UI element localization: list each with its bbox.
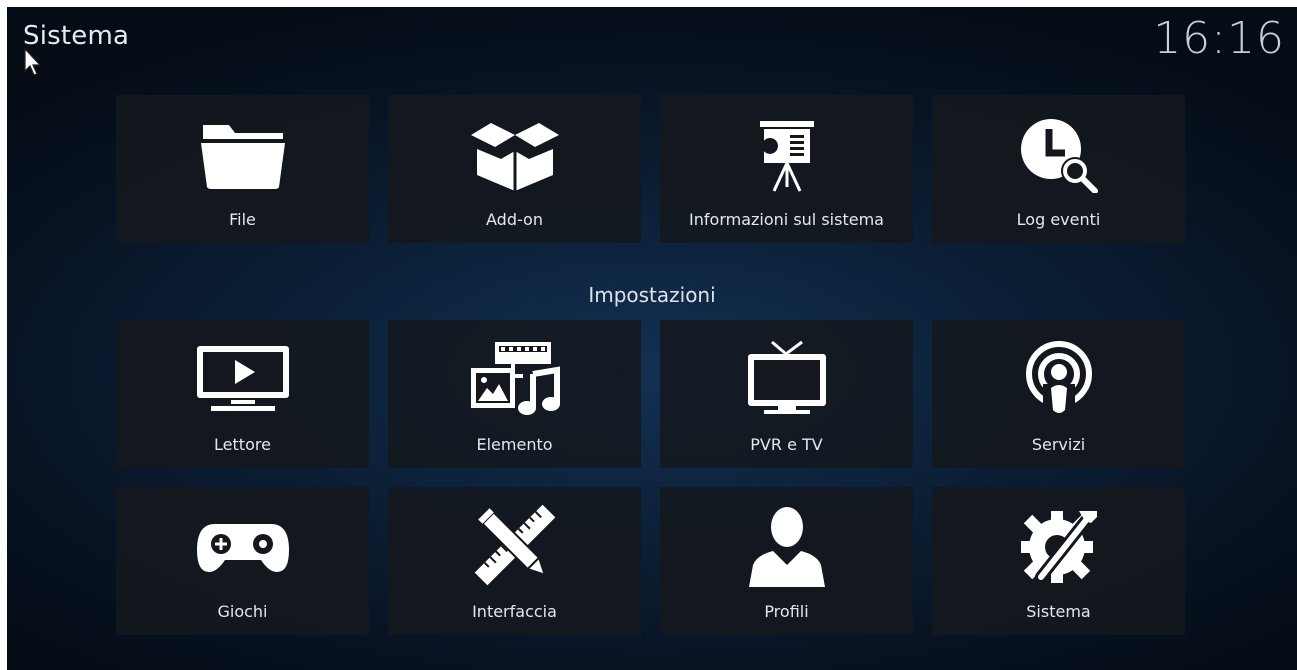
- tile-label: Giochi: [217, 602, 268, 621]
- tile-system-info[interactable]: Informazioni sul sistema: [660, 95, 913, 243]
- tile-label: PVR e TV: [750, 435, 823, 454]
- presentation-board-icon: [660, 113, 913, 193]
- clock-search-icon: [932, 113, 1185, 193]
- tile-label: Profili: [764, 602, 809, 621]
- tile-label: Interfaccia: [472, 602, 557, 621]
- clock: 16:16: [1153, 13, 1285, 64]
- tile-label: Servizi: [1031, 435, 1086, 454]
- tile-label: Add-on: [486, 210, 543, 229]
- tile-label: Informazioni sul sistema: [689, 210, 884, 229]
- podcast-icon: [932, 338, 1185, 418]
- settings-section-title: Impostazioni: [588, 283, 716, 307]
- tile-label: Lettore: [214, 435, 271, 454]
- pencil-ruler-icon: [388, 504, 641, 586]
- tile-system-settings[interactable]: Sistema: [932, 487, 1185, 635]
- tile-services[interactable]: Servizi: [932, 320, 1185, 468]
- tile-addon[interactable]: Add-on: [388, 95, 641, 243]
- player-monitor-icon: [116, 338, 369, 418]
- gear-wrench-icon: [932, 505, 1185, 585]
- tile-profiles[interactable]: Profili: [660, 487, 913, 635]
- tile-interface[interactable]: Interfaccia: [388, 487, 641, 635]
- user-profile-icon: [660, 505, 913, 587]
- gamepad-icon: [116, 505, 369, 585]
- folder-icon: [116, 113, 369, 193]
- addon-box-icon: [388, 113, 641, 193]
- tile-label: Elemento: [476, 435, 553, 454]
- media-icon: [388, 338, 641, 418]
- tile-file[interactable]: File: [116, 95, 369, 243]
- tile-games[interactable]: Giochi: [116, 487, 369, 635]
- tile-label: File: [229, 210, 256, 229]
- tile-media[interactable]: Elemento: [388, 320, 641, 468]
- tile-pvr-tv[interactable]: PVR e TV: [660, 320, 913, 468]
- tv-icon: [660, 338, 913, 418]
- mouse-cursor-icon: [24, 47, 42, 76]
- tile-player[interactable]: Lettore: [116, 320, 369, 468]
- kodi-system-screen: Sistema 16:16 File Add-on Informazioni s…: [7, 7, 1297, 670]
- tile-event-log[interactable]: Log eventi: [932, 95, 1185, 243]
- tile-label: Sistema: [1026, 602, 1091, 621]
- tile-label: Log eventi: [1016, 210, 1101, 229]
